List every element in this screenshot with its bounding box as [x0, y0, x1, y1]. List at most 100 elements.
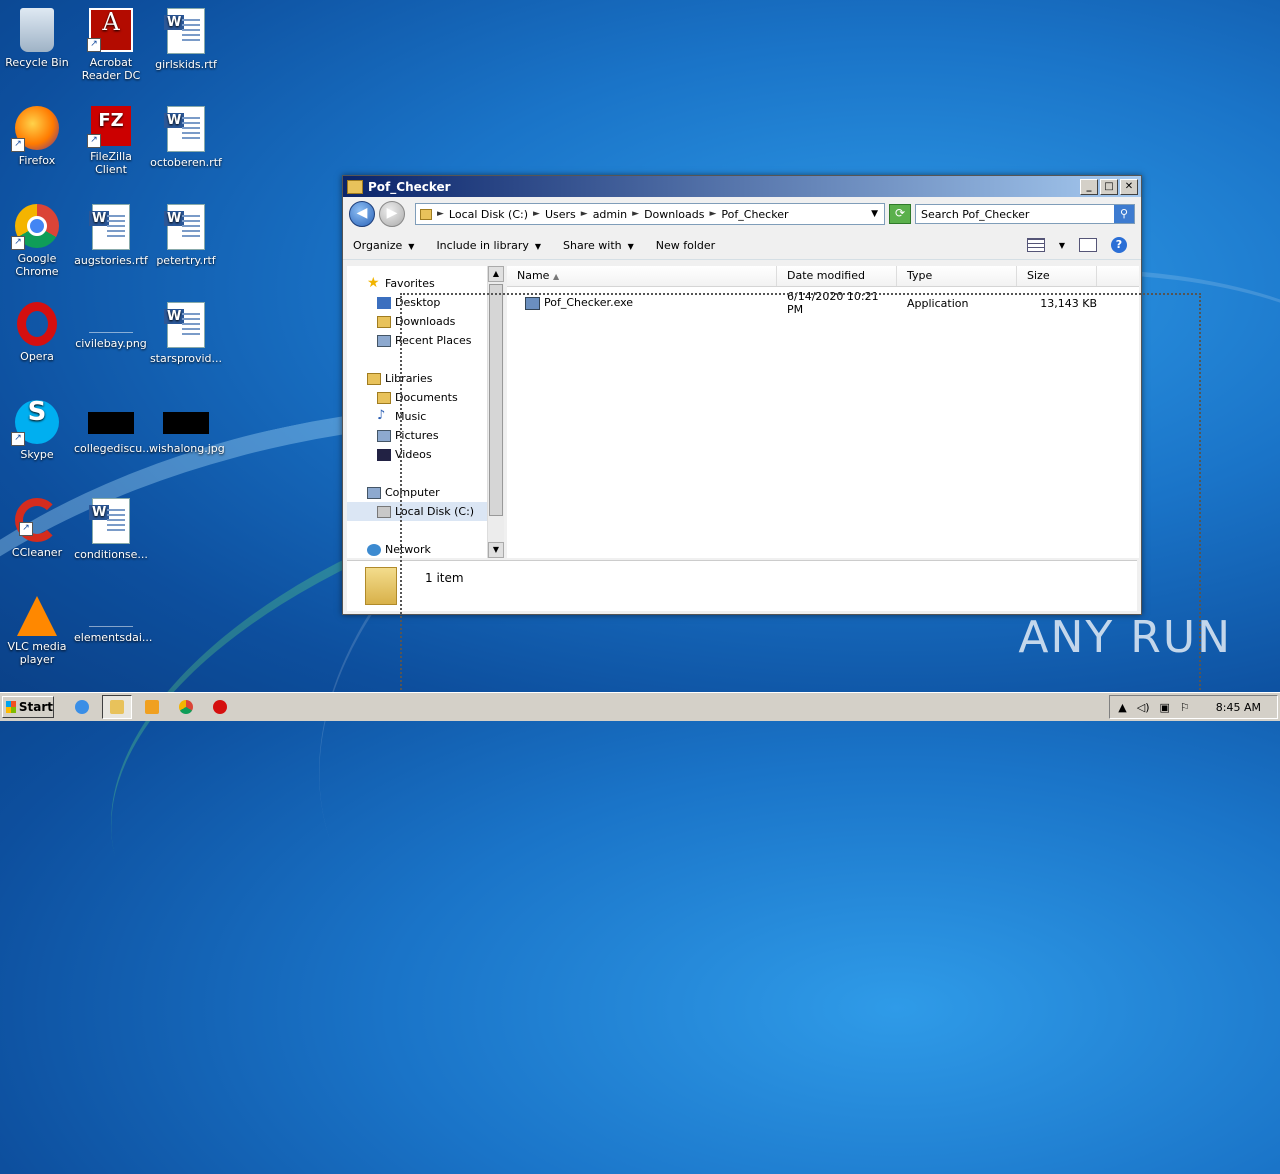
preview-pane-icon[interactable]	[1079, 238, 1097, 252]
computer-icon	[367, 487, 381, 499]
nav-documents[interactable]: Documents	[347, 388, 503, 407]
folder-icon	[420, 208, 432, 220]
command-bar: Organize ▼ Include in library ▼ Share with…	[343, 231, 1141, 260]
chrome-icon: ↗	[11, 204, 59, 250]
breadcrumb-item[interactable]: Local Disk (C:)	[449, 208, 528, 221]
image-file-icon	[89, 596, 133, 627]
desktop-icon-petertry[interactable]: petertry.rtf	[149, 198, 223, 267]
taskbar-media-player[interactable]	[138, 696, 166, 718]
explorer-window: Pof_Checker _ □ ✕ ◀ ▶ ► Local Disk (C:) …	[342, 175, 1142, 615]
refresh-button[interactable]: ⟳	[889, 204, 911, 224]
desktop-icon-ccleaner[interactable]: ↗ CCleaner	[0, 492, 74, 559]
file-row[interactable]: Pof_Checker.exe 6/14/2020 10:21 PM Appli…	[507, 290, 1139, 316]
change-view-icon[interactable]	[1026, 238, 1045, 252]
details-pane: 1 item	[347, 560, 1137, 611]
include-in-library-button[interactable]: Include in library ▼	[436, 239, 541, 252]
address-dropdown-icon[interactable]: ▼	[871, 209, 878, 219]
back-button[interactable]: ◀	[349, 201, 375, 227]
organize-button[interactable]: Organize ▼	[353, 239, 414, 252]
column-size[interactable]: Size	[1017, 266, 1097, 286]
nav-recent-places[interactable]: Recent Places	[347, 331, 503, 350]
desktop-icon-conditionse[interactable]: conditionse...	[74, 492, 148, 561]
nav-libraries[interactable]: Libraries	[347, 369, 503, 388]
forward-button[interactable]: ▶	[379, 201, 405, 227]
volume-icon[interactable]: ◁)	[1137, 701, 1150, 714]
recycle-bin-icon	[20, 8, 54, 52]
maximize-button[interactable]: □	[1100, 178, 1118, 195]
breadcrumb-item[interactable]: Pof_Checker	[721, 208, 788, 221]
scroll-thumb[interactable]	[489, 284, 503, 516]
taskbar-chrome[interactable]	[172, 696, 200, 718]
windows-logo-icon	[6, 701, 16, 713]
music-icon: ♪	[377, 408, 386, 423]
desktop-icon-octoberen[interactable]: octoberen.rtf	[149, 100, 223, 169]
address-bar[interactable]: ► Local Disk (C:) ► Users ► admin ► Down…	[415, 203, 885, 225]
desktop-icon-starsprovid[interactable]: starsprovid...	[149, 296, 223, 365]
desktop-icon-firefox[interactable]: ↗ Firefox	[0, 100, 74, 167]
desktop-icon-girlskids[interactable]: girlskids.rtf	[149, 2, 223, 71]
nav-downloads[interactable]: Downloads	[347, 312, 503, 331]
explorer-icon	[110, 700, 124, 714]
scroll-up-icon[interactable]: ▲	[488, 266, 504, 282]
desktop-icon-recycle-bin[interactable]: Recycle Bin	[0, 2, 74, 69]
pictures-icon	[377, 430, 391, 442]
column-type[interactable]: Type	[897, 266, 1017, 286]
help-icon[interactable]: ?	[1111, 237, 1127, 253]
breadcrumb-item[interactable]: Users	[545, 208, 576, 221]
breadcrumb-item[interactable]: Downloads	[644, 208, 704, 221]
recent-places-icon	[377, 335, 391, 347]
clock[interactable]: 8:45 AM	[1216, 701, 1261, 714]
title-bar[interactable]: Pof_Checker _ □ ✕	[343, 176, 1141, 197]
show-hidden-icons-icon[interactable]: ▲	[1118, 701, 1126, 714]
search-placeholder: Search Pof_Checker	[921, 207, 1030, 221]
nav-computer[interactable]: Computer	[347, 483, 503, 502]
opera-icon	[213, 700, 227, 714]
close-button[interactable]: ✕	[1120, 178, 1138, 195]
folder-icon	[365, 567, 397, 605]
desktop-icon-wishalong[interactable]: wishalong.jpg	[149, 394, 225, 455]
desktop-icon-skype[interactable]: ↗ Skype	[0, 394, 74, 461]
nav-network[interactable]: Network	[347, 540, 503, 559]
column-date-modified[interactable]: Date modified	[777, 266, 897, 286]
internet-explorer-icon	[75, 700, 89, 714]
nav-pictures[interactable]: Pictures	[347, 426, 503, 445]
desktop-icon-collegediscu[interactable]: collegediscu...	[74, 394, 153, 455]
desktop-icon-civilebay[interactable]: civilebay.png	[74, 296, 148, 350]
new-folder-button[interactable]: New folder	[656, 239, 715, 252]
disk-icon	[377, 506, 391, 518]
taskbar-ie[interactable]	[68, 696, 96, 718]
desktop-icon-chrome[interactable]: ↗ Google Chrome	[0, 198, 74, 278]
documents-icon	[377, 392, 391, 404]
start-button[interactable]: Start	[2, 696, 54, 718]
nav-music[interactable]: ♪ Music	[347, 407, 503, 426]
search-input[interactable]: Search Pof_Checker ⚲	[915, 204, 1135, 224]
taskbar-explorer[interactable]	[102, 695, 132, 719]
nav-desktop[interactable]: Desktop	[347, 293, 503, 312]
view-dropdown-icon[interactable]: ▼	[1059, 241, 1065, 250]
network-tray-icon[interactable]: ▣	[1160, 701, 1170, 714]
nav-local-disk[interactable]: Local Disk (C:)	[347, 502, 503, 521]
column-name[interactable]: Name ▲	[507, 266, 777, 286]
action-center-flag-icon[interactable]: ⚐	[1180, 701, 1190, 714]
taskbar-opera[interactable]	[206, 696, 234, 718]
nav-videos[interactable]: Videos	[347, 445, 503, 464]
image-file-icon	[163, 412, 209, 434]
breadcrumb-item[interactable]: admin	[593, 208, 627, 221]
desktop-icon-augstories[interactable]: augstories.rtf	[74, 198, 148, 267]
desktop-icon-filezilla[interactable]: ↗ FileZilla Client	[74, 100, 148, 176]
libraries-icon	[367, 373, 381, 385]
desktop-icon-elementsdai[interactable]: elementsdai...	[74, 590, 152, 644]
scroll-down-icon[interactable]: ▼	[488, 542, 504, 558]
image-file-icon	[89, 302, 133, 333]
vlc-icon	[17, 596, 57, 636]
desktop-icon-vlc[interactable]: VLC media player	[0, 590, 74, 666]
desktop-icon-acrobat[interactable]: ↗ Acrobat Reader DC	[74, 2, 148, 82]
window-title: Pof_Checker	[368, 179, 451, 194]
desktop-icon-opera[interactable]: Opera	[0, 296, 74, 363]
minimize-button[interactable]: _	[1080, 178, 1098, 195]
network-icon	[367, 544, 381, 556]
nav-favorites[interactable]: ★ Favorites	[347, 274, 503, 293]
share-with-button[interactable]: Share with ▼	[563, 239, 634, 252]
nav-scrollbar[interactable]: ▲ ▼	[487, 266, 504, 558]
search-icon[interactable]: ⚲	[1114, 205, 1134, 223]
